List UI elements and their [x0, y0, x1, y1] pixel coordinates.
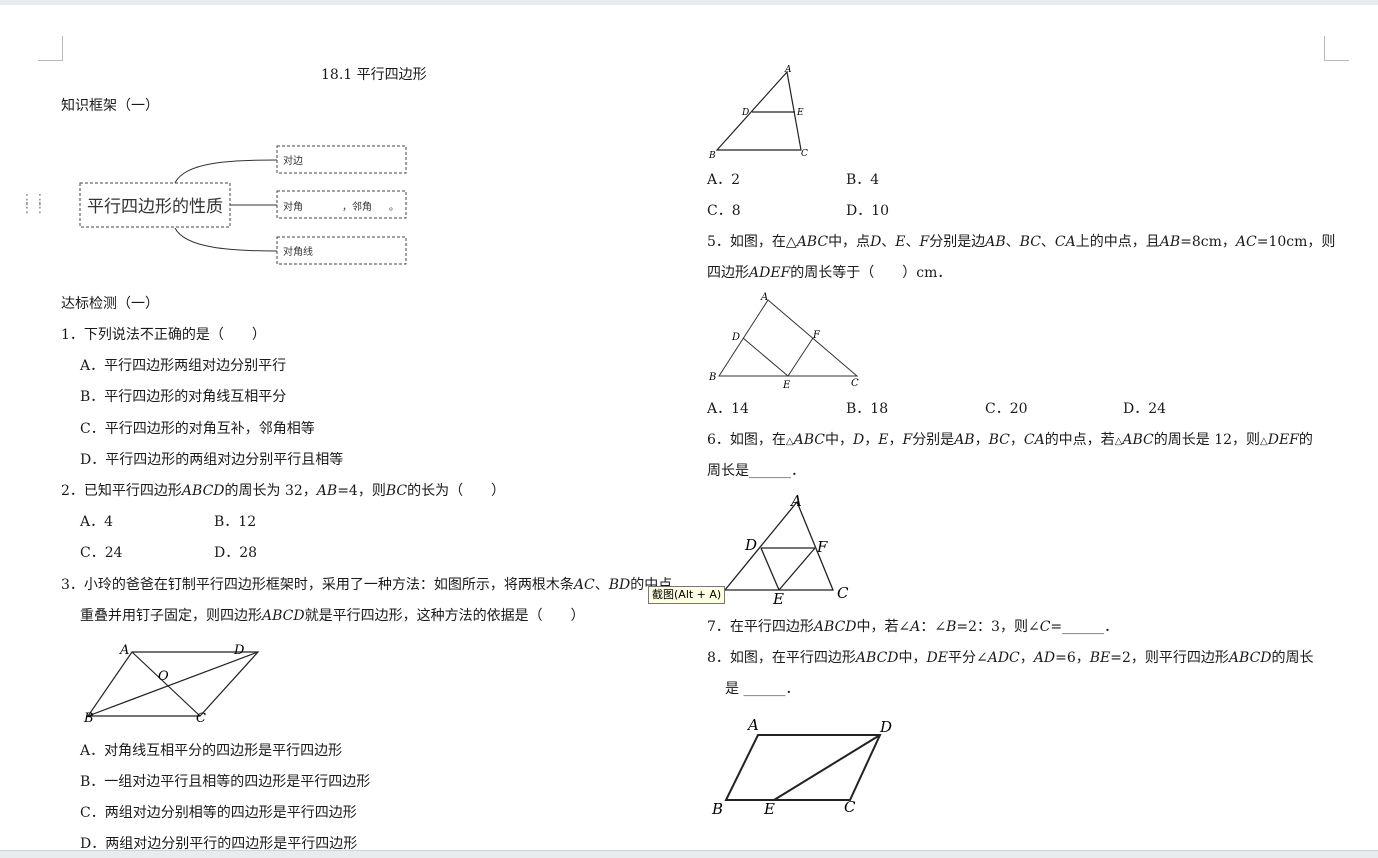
- q8-label-c: C: [844, 798, 856, 816]
- q6-label-a: A: [789, 492, 802, 510]
- page-title: 18.1 平行四边形: [321, 67, 427, 83]
- q8-stem-line2: 是 ______．: [725, 681, 800, 697]
- mindmap-center-label: 平行四边形的性质: [87, 197, 223, 217]
- mindmap-branch-opposite-angles: 对角: [283, 202, 303, 213]
- q5-figure-triangle: A D F B E C: [708, 292, 859, 391]
- document-page: ⋮⋮ ⋮⋮ 18.1 平行四边形 知识框架（一） 平行四边形的性质 对边 对角 ，…: [0, 0, 1378, 858]
- section-knowledge-framework: 知识框架（一）: [61, 98, 159, 114]
- q8-label-e: E: [763, 800, 775, 818]
- q4-figure-triangle: A D E B C: [708, 65, 808, 161]
- crop-mark-top-left: [38, 36, 63, 61]
- q3-stem-line2: 重叠并用钉子固定，则四边形ABCD就是平行四边形，这种方法的依据是（ ）: [80, 608, 585, 624]
- q5-stem-line1: 5．如图，在△ABC中，点D、E、F分别是边AB、BC、CA上的中点，且AB=8…: [707, 234, 1336, 250]
- q8-label-a: A: [746, 716, 759, 734]
- q5-option-d: D．24: [1123, 401, 1167, 417]
- q5-label-c: C: [851, 378, 859, 389]
- q6-label-f: F: [816, 538, 828, 556]
- q5-option-c: C．20: [985, 401, 1028, 417]
- q6-stem-line2: 周长是______．: [707, 463, 805, 479]
- q3-label-d: D: [233, 643, 245, 658]
- q2-option-b: B．12: [214, 514, 257, 530]
- q5-option-b: B．18: [846, 401, 889, 417]
- q4-label-d: D: [741, 108, 749, 118]
- q5-option-a: A．14: [707, 401, 749, 417]
- q3-option-b: B．一组对边平行且相等的四边形是平行四边形: [80, 774, 371, 790]
- q6-stem-line1: 6．如图，在△ABC中，D，E，F分别是AB，BC，CA的中点，若△ABC的周长…: [707, 432, 1313, 448]
- q5-label-d: D: [731, 332, 740, 343]
- q4-option-c: C．8: [707, 203, 741, 219]
- q1-option-a: A．平行四边形两组对边分别平行: [80, 358, 287, 374]
- q8-label-d: D: [879, 718, 892, 736]
- q2-option-c: C．24: [80, 545, 123, 561]
- q1-option-b: B．平行四边形的对角线互相平分: [80, 389, 287, 405]
- q1-option-d: D．平行四边形的两组对边分别平行且相等: [80, 452, 344, 468]
- q3-label-a: A: [119, 643, 129, 658]
- q2-option-d: D．28: [214, 545, 258, 561]
- q3-option-a: A．对角线互相平分的四边形是平行四边形: [80, 743, 343, 759]
- section-assessment: 达标检测（一）: [61, 296, 159, 312]
- q3-label-b: B: [83, 711, 94, 726]
- q6-label-c: C: [837, 584, 849, 602]
- drag-handle-icon[interactable]: ⋮⋮ ⋮⋮: [20, 193, 47, 215]
- q4-option-a: A．2: [707, 172, 741, 188]
- top-scroll-edge: [0, 0, 1378, 5]
- q5-stem-line2: 四边形ADEF的周长等于（ ）cm．: [707, 265, 952, 281]
- q4-label-e: E: [796, 108, 804, 118]
- q2-stem: 2．已知平行四边形ABCD的周长为 32，AB=4，则BC的长为（ ）: [61, 483, 506, 499]
- screenshot-tooltip: 截图(Alt + A): [648, 586, 726, 604]
- q3-label-o: O: [158, 669, 169, 684]
- q6-label-e: E: [772, 590, 784, 608]
- mindmap-branch-period: 。: [389, 202, 399, 213]
- q3-stem-line1: 3．小玲的爸爸在钉制平行四边形框架时，采用了一种方法：如图所示，将两根木条AC、…: [61, 577, 673, 593]
- q6-figure-triangle: A D F E C: [723, 492, 849, 608]
- q5-label-b: B: [708, 372, 716, 383]
- mindmap-branch-diagonals: 对角线: [283, 247, 313, 258]
- q6-label-d: D: [744, 536, 757, 554]
- mindmap-branch-opposite-sides: 对边: [283, 156, 303, 167]
- q1-stem: 1．下列说法不正确的是（ ）: [61, 327, 266, 343]
- q5-label-e: E: [782, 380, 791, 391]
- q4-label-a: A: [784, 65, 792, 75]
- q5-label-f: F: [812, 330, 821, 341]
- q4-option-d: D．10: [846, 203, 890, 219]
- crop-mark-top-right: [1324, 36, 1349, 61]
- q4-label-c: C: [801, 149, 808, 159]
- q4-option-b: B．4: [846, 172, 880, 188]
- q4-label-b: B: [708, 151, 716, 161]
- mindmap-branch-adjacent-angles: ，邻角: [342, 202, 372, 213]
- q8-label-b: B: [711, 800, 723, 818]
- q3-option-c: C．两组对边分别相等的四边形是平行四边形: [80, 805, 357, 821]
- q2-option-a: A．4: [80, 514, 114, 530]
- q8-stem-line1: 8．如图，在平行四边形ABCD中，DE平分∠ADC，AD=6，BE=2，则平行四…: [707, 650, 1314, 666]
- q7-stem: 7．在平行四边形ABCD中，若∠A：∠B=2：3，则∠C=______．: [707, 619, 1119, 635]
- q3-label-c: C: [196, 711, 206, 726]
- q3-figure-parallelogram: A D O B C: [83, 643, 260, 726]
- q1-option-c: C．平行四边形的对角互补，邻角相等: [80, 421, 315, 437]
- q5-label-a: A: [760, 292, 768, 303]
- q8-figure-parallelogram: A D B E C: [711, 716, 892, 818]
